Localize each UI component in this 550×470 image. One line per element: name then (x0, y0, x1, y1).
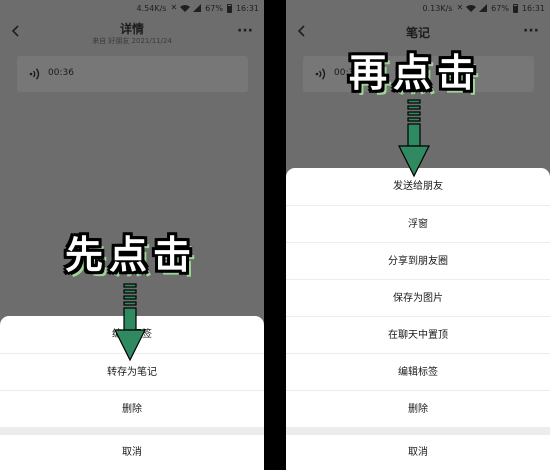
voice-duration: 00:36 (48, 68, 74, 78)
signal-icon (479, 4, 488, 12)
menu-item-pin-in-chat[interactable]: 在聊天中置顶 (286, 316, 550, 353)
mute-icon: ✕ (170, 3, 178, 12)
page-title: 笔记 (405, 26, 430, 40)
battery-percent: 67% (491, 3, 509, 13)
battery-icon (226, 3, 232, 13)
callout-second-tap: 再点击 (349, 51, 482, 95)
page-subtitle: 来自 好朋友 2021/11/24 (92, 37, 172, 45)
arrow-down-icon (398, 99, 430, 178)
voice-message[interactable]: 00:36 (17, 56, 248, 92)
clock: 16:31 (235, 3, 259, 13)
clock: 16:31 (521, 3, 545, 13)
cancel-button[interactable]: 取消 (0, 435, 264, 470)
menu-item-floating-window[interactable]: 浮窗 (286, 205, 550, 242)
menu-item-edit-tags[interactable]: 编辑标签 (286, 353, 550, 390)
network-speed: 0.13K/s (422, 3, 453, 13)
status-bar: 4.54K/s ✕ 67% 16:31 (0, 0, 264, 16)
status-bar: 0.13K/s ✕ 67% 16:31 (286, 0, 550, 16)
sheet-divider (286, 427, 550, 435)
menu-item-delete[interactable]: 删除 (0, 390, 264, 427)
arrow-down-icon (114, 283, 146, 362)
battery-percent: 67% (205, 3, 223, 13)
menu-item-delete[interactable]: 删除 (286, 390, 550, 427)
voice-icon (315, 68, 326, 80)
wifi-icon (180, 5, 191, 12)
page-title: 详情 (119, 22, 144, 36)
more-icon[interactable]: ··· (237, 24, 253, 38)
menu-item-save-image[interactable]: 保存为图片 (286, 279, 550, 316)
menu-item-share-moments[interactable]: 分享到朋友圈 (286, 242, 550, 279)
top-bar: 笔记 ··· (286, 16, 550, 50)
sheet-divider (0, 427, 264, 435)
callout-first-tap: 先点击 (65, 233, 198, 277)
top-bar: 详情 来自 好朋友 2021/11/24 ··· (0, 16, 264, 50)
battery-icon (512, 3, 518, 13)
right-phone-screen: 0.13K/s ✕ 67% 16:31 笔记 ··· 00:36 发送给朋友 浮… (286, 0, 550, 470)
voice-icon (29, 68, 40, 80)
network-speed: 4.54K/s (136, 3, 167, 13)
left-phone-screen: 4.54K/s ✕ 67% 16:31 详情 来自 好朋友 2021/11/24… (0, 0, 264, 470)
action-sheet: 发送给朋友 浮窗 分享到朋友圈 保存为图片 在聊天中置顶 编辑标签 删除 取消 (286, 168, 550, 470)
mute-icon: ✕ (456, 3, 464, 12)
signal-icon (193, 4, 202, 12)
wifi-icon (466, 5, 477, 12)
cancel-button[interactable]: 取消 (286, 435, 550, 470)
more-icon[interactable]: ··· (523, 24, 539, 38)
